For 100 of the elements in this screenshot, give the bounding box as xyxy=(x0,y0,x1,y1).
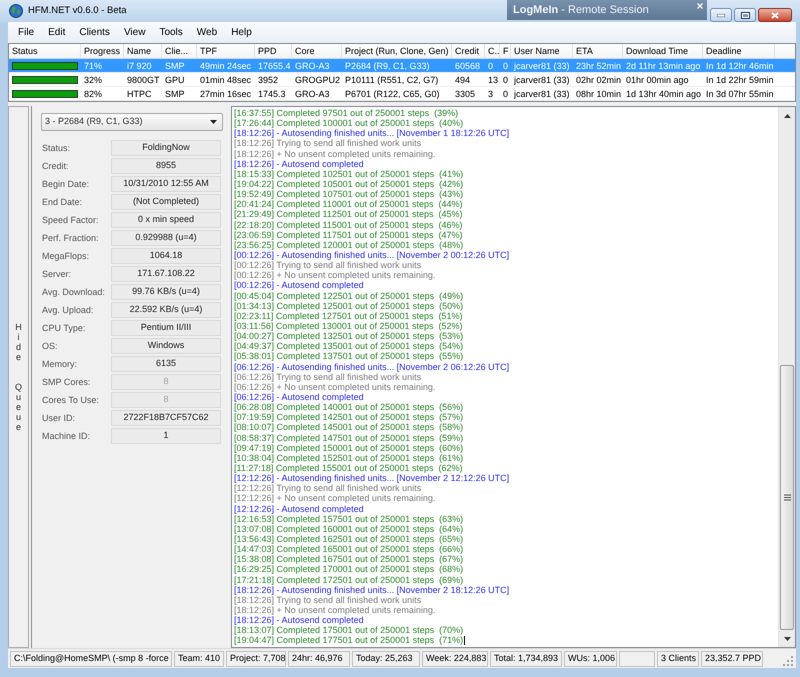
table-cell-text: 82% xyxy=(83,88,104,100)
log-line: [06:12:26] Trying to send all finished work units xyxy=(234,372,422,382)
column-header[interactable]: Core xyxy=(292,44,342,58)
globe-icon xyxy=(9,4,23,18)
field-label: Memory: xyxy=(41,358,78,370)
field-label: Perf. Fraction: xyxy=(41,232,100,244)
log-line: [18:12:26] - Autosending finished units... [November 1 18:12:26 UTC] xyxy=(234,128,510,138)
field-value: 6135 xyxy=(111,356,221,372)
column-header[interactable]: Project (Run, Clone, Gen) xyxy=(342,44,452,58)
column-header[interactable]: ETA xyxy=(573,44,623,58)
log-line: [12:12:26] - Autosending finished units... [November 2 12:12:26 UTC] xyxy=(234,473,510,484)
table-cell-text: 02hr 02min xyxy=(575,74,622,86)
field-label: Status: xyxy=(41,142,72,154)
close-icon[interactable] xyxy=(697,3,703,9)
table-cell-text: GRO-A3 xyxy=(294,88,331,100)
log-line: [23:56:25] Completed 120001 out of 250001 steps (48%) xyxy=(234,240,464,250)
table-cell-text: GPU xyxy=(164,74,186,86)
log-line: [13:56:43] Completed 162501 out of 250001 steps (65%) xyxy=(234,534,464,544)
field-value: 0 x min speed xyxy=(111,212,221,228)
menu-item[interactable]: Clients xyxy=(72,24,117,42)
hide-queue-button[interactable]: Hide Queue xyxy=(8,106,29,648)
column-header[interactable]: PPD xyxy=(255,44,292,58)
column-header[interactable]: User Name xyxy=(511,44,573,58)
column-header[interactable]: TPF xyxy=(197,44,255,58)
field-label: OS: xyxy=(41,340,59,352)
log-line: [18:12:26] Trying to send all finished work units xyxy=(234,138,422,148)
log-line: [18:12:26] + No unsent completed units remaining. xyxy=(234,148,436,159)
log-line: [16:29:25] Completed 170001 out of 250001 steps (68%) xyxy=(234,564,464,574)
menu-item[interactable]: Web xyxy=(190,24,224,42)
table-cell-text: 3 xyxy=(487,88,494,100)
column-header[interactable]: Progress xyxy=(81,44,124,58)
log-line: [20:41:24] Completed 110001 out of 250001 steps (44%) xyxy=(234,199,462,210)
text-cursor-icon xyxy=(464,636,466,645)
close-button[interactable] xyxy=(758,8,792,22)
menu-item[interactable]: Tools xyxy=(152,24,190,42)
maximize-button[interactable] xyxy=(734,8,756,22)
log-line: [10:38:04] Completed 152501 out of 250001 steps (61%) xyxy=(234,452,464,463)
table-cell-text: 9800GT xyxy=(126,74,161,86)
table-cell-text: SMP xyxy=(164,60,186,72)
log-line: [19:04:47] Completed 177501 out of 250001 steps (71%) xyxy=(234,635,464,646)
log-line: [11:27:18] Completed 155001 out of 250001 steps (62%) xyxy=(234,462,462,473)
menu-item[interactable]: Edit xyxy=(41,24,72,42)
table-cell-text: 0 xyxy=(502,60,510,72)
log-line: [12:12:26] Trying to send all finished work units xyxy=(234,483,422,494)
log-line: [01:34:13] Completed 125001 out of 250001 steps (50%) xyxy=(234,300,464,311)
log-line: [00:45:04] Completed 122501 out of 250001 steps (49%) xyxy=(234,290,464,301)
status-cell: C:\Folding@HomeSMP\ (-smp 8 -force xyxy=(10,650,172,666)
log-line: [16:37:55] Completed 97501 out of 250001 steps (39%) xyxy=(234,108,458,118)
menu-item[interactable]: Help xyxy=(224,24,259,42)
log-line: [08:10:07] Completed 145001 out of 250001 steps (58%) xyxy=(234,422,464,432)
field-value: 0.929988 (u=4) xyxy=(111,230,221,246)
log-line: [12:12:26] + No unsent completed units remaining. xyxy=(234,493,436,504)
log-line: [18:12:26] - Autosend completed xyxy=(234,615,364,626)
menu-item[interactable]: View xyxy=(116,24,152,42)
log-line: [06:12:26] - Autosending finished units... [November 2 06:12:26 UTC] xyxy=(234,362,510,372)
table-cell-text: jcarver81 (33) xyxy=(512,74,571,86)
table-cell-text: 01min 48sec xyxy=(199,74,252,86)
column-header[interactable]: Credit xyxy=(452,44,485,58)
column-header[interactable]: Download Time xyxy=(623,44,703,58)
log-line: [07:19:59] Completed 142501 out of 250001 steps (57%) xyxy=(234,412,464,422)
log-line: [04:00:27] Completed 132501 out of 250001 steps (53%) xyxy=(234,331,464,342)
caret-up-icon xyxy=(784,114,790,118)
status-cell: Today: 25,263 xyxy=(352,650,420,666)
column-header[interactable]: F xyxy=(500,44,511,58)
log-line: [08:58:37] Completed 147501 out of 250001 steps (59%) xyxy=(234,432,464,443)
table-row[interactable]: 82% HTPC SMP 27min 16sec 1745.3 GRO-A3 P6701 (R122, C65, G0) 3305 3 0 jcarver81 (33) 08hr 10min 1d 13hr 40min ago In 3d 07hr 55min xyxy=(9,87,795,101)
log-line: [00:12:26] - Autosending finished units... [November 2 00:12:26 UTC] xyxy=(234,250,510,260)
column-header[interactable]: C.. xyxy=(485,44,500,58)
vertical-scrollbar[interactable] xyxy=(778,107,795,647)
field-value: 1 xyxy=(111,428,221,444)
menu-item[interactable]: File xyxy=(11,24,42,42)
caret-down-icon xyxy=(210,120,217,124)
work-unit-dropdown[interactable]: 3 - P2684 (R9, C1, G33) xyxy=(41,113,223,131)
minimize-button[interactable] xyxy=(710,8,732,22)
column-header[interactable]: Name xyxy=(124,44,162,58)
field-value: Windows xyxy=(111,338,221,354)
table-row[interactable]: 32% 9800GT GPU 01min 48sec 3952 GROGPU2 P10111 (R551, C2, G7) 494 13 0 jcarver81 (33) 02hr 02min 01hr 00min ago In 1d 22hr 59min xyxy=(9,73,795,87)
field-label: Speed Factor: xyxy=(41,214,100,226)
field-label: SMP Cores: xyxy=(41,376,92,388)
scrollbar-thumb[interactable] xyxy=(780,365,794,630)
log-line: [19:52:49] Completed 107501 out of 250001 steps (43%) xyxy=(234,189,464,200)
field-label: User ID: xyxy=(41,412,76,424)
column-header[interactable]: Status xyxy=(9,44,81,58)
table-cell-text: P2684 (R9, C1, G33) xyxy=(344,60,431,72)
table-cell-text: 17655.4 xyxy=(257,60,292,72)
maximize-icon xyxy=(740,12,750,18)
table-cell-text: 3305 xyxy=(454,88,476,100)
field-value: 8 xyxy=(111,374,221,390)
grip-icon xyxy=(784,494,790,501)
status-cell: 23,352.7 PPD xyxy=(701,650,763,666)
resize-grip-icon[interactable] xyxy=(783,656,794,667)
log-line: [06:28:08] Completed 140001 out of 250001 steps (56%) xyxy=(234,402,464,412)
column-header[interactable]: Clie... xyxy=(162,44,197,58)
field-value: 99.76 KB/s (u=4) xyxy=(111,284,221,300)
column-header[interactable]: Deadline xyxy=(703,44,775,58)
banner-title: LogMeIn - Remote Session xyxy=(513,3,649,17)
table-cell-text: jcarver81 (33) xyxy=(512,88,571,100)
table-cell-text: 3952 xyxy=(257,74,280,86)
window-title: HFM.NET v0.6.0 - Beta xyxy=(28,5,127,17)
table-cell-text: jcarver81 (33) xyxy=(512,60,571,72)
